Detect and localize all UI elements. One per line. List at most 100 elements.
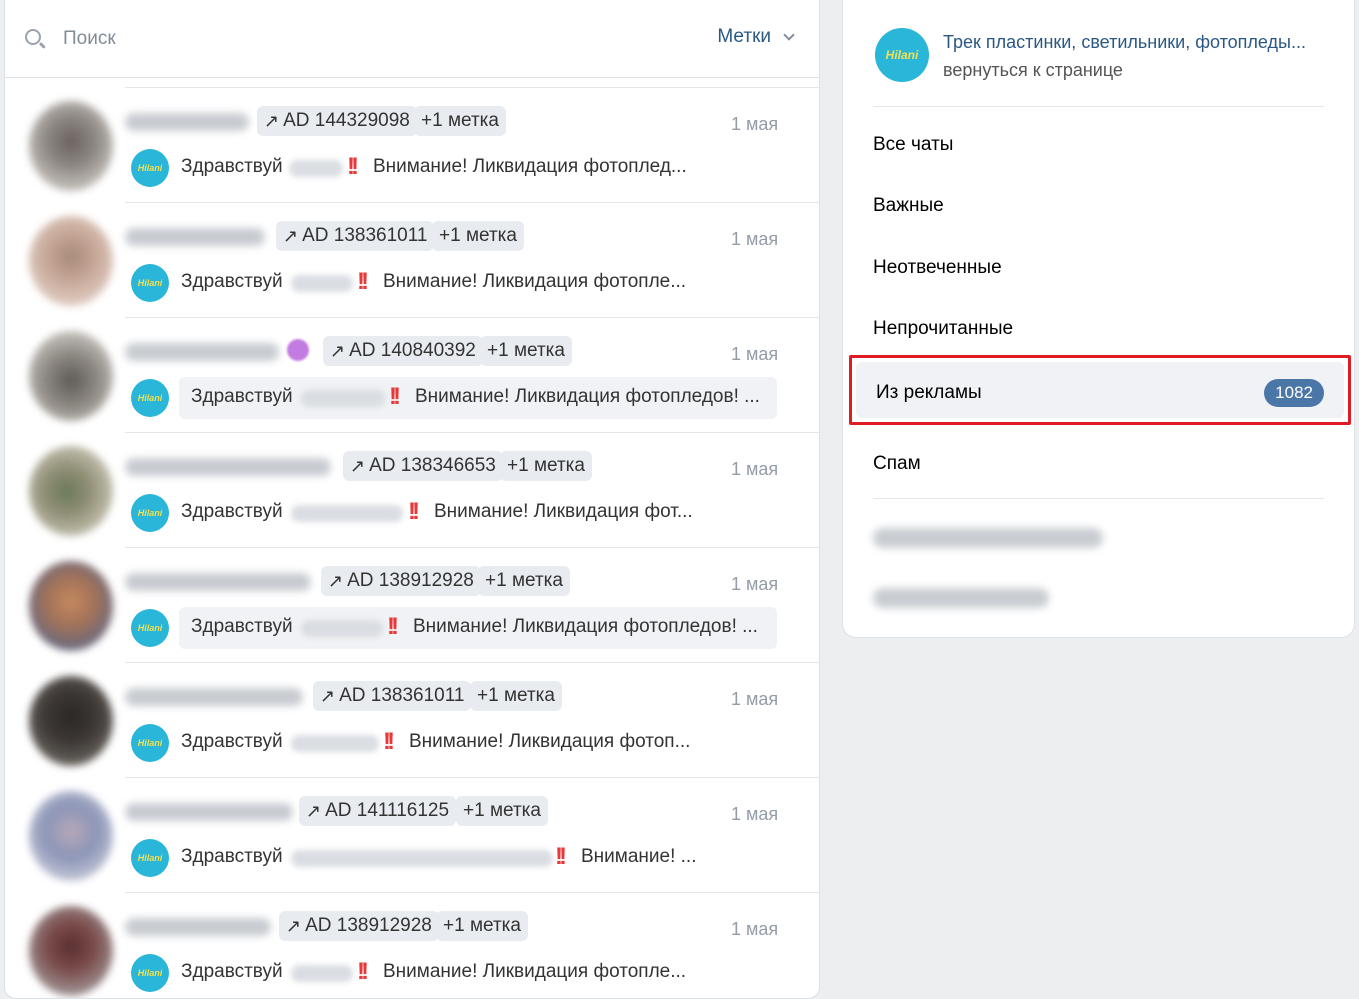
back-to-page-link[interactable]: вернуться к странице: [943, 60, 1123, 81]
search-input[interactable]: [63, 27, 363, 50]
filter-important[interactable]: Важные: [873, 195, 944, 217]
divider: [125, 777, 819, 778]
avatar[interactable]: [29, 446, 113, 536]
more-tags-badge[interactable]: +1 метка: [478, 566, 570, 596]
conversation-item[interactable]: ↗ AD 138346653 +1 метка 1 мая Hilani Здра…: [5, 432, 819, 547]
blurred-name: [291, 505, 403, 522]
divider: [125, 317, 819, 318]
message-text: Внимание! Ликвидация фотопле...: [383, 271, 687, 292]
ad-tag[interactable]: ↗ AD 138361011: [276, 221, 435, 251]
message-preview[interactable]: Hilani Здравствуй !! Внимание! Ликвидаци…: [127, 262, 787, 304]
ad-tag[interactable]: ↗ AD 141116125: [299, 796, 457, 826]
ad-tag[interactable]: ↗ AD 138912928: [321, 566, 481, 596]
contact-name[interactable]: [125, 803, 293, 821]
unread-message-highlight: Здравствуй !! Внимание! Ликвидация фотоп…: [179, 607, 777, 649]
filter-from-ads-label: Из рекламы: [876, 382, 982, 403]
message-preview[interactable]: Hilani Здравствуй !! Внимание! Ликвидаци…: [127, 952, 787, 994]
more-tags-badge[interactable]: +1 метка: [470, 681, 562, 711]
search-icon[interactable]: [23, 27, 47, 51]
contact-name[interactable]: [125, 688, 303, 706]
avatar[interactable]: [29, 561, 113, 651]
message-preview[interactable]: Hilani Здравствуй !! Внимание! Ликвидаци…: [127, 492, 787, 534]
avatar[interactable]: [29, 791, 113, 881]
more-tags-badge[interactable]: +1 метка: [500, 451, 592, 481]
group-header[interactable]: Hilani Трек пластинки, светильники, фото…: [875, 26, 1335, 86]
group-title[interactable]: Трек пластинки, светильники, фотопледы..…: [943, 32, 1328, 53]
double-exclamation-icon: !!: [387, 613, 399, 640]
message-date: 1 мая: [731, 114, 779, 134]
filter-from-ads-count: 1082: [1264, 379, 1324, 407]
unread-message-highlight: Здравствуй !! Внимание! Ликвидация фотоп…: [179, 377, 777, 419]
message-text: Внимание! Ликвидация фотоп...: [409, 731, 691, 752]
message-preview[interactable]: Hilani Здравствуй !! Внимание! Ликвидаци…: [127, 722, 787, 764]
ad-tag[interactable]: ↗ AD 144329098: [257, 106, 417, 136]
message-date: 1 мая: [731, 574, 779, 594]
blurred-name: [291, 850, 553, 867]
contact-name[interactable]: [125, 573, 311, 591]
message-text: Внимание! Ликвидация фотоплед...: [373, 156, 687, 177]
message-greeting: Здравствуй: [181, 961, 283, 982]
avatar[interactable]: [29, 216, 113, 306]
contact-name[interactable]: [125, 113, 249, 131]
ad-tag[interactable]: ↗ AD 138912928: [279, 911, 439, 941]
more-tags-badge[interactable]: +1 метка: [432, 221, 524, 251]
conversation-item[interactable]: ↗ AD 138912928 +1 метка 1 мая Hilani Здра…: [5, 892, 819, 998]
arrow-up-right-icon: ↗: [320, 685, 336, 706]
conversation-item[interactable]: ↗ AD 140840392 +1 метка 1 мая Hilani Здра…: [5, 317, 819, 432]
contact-name[interactable]: [125, 228, 265, 246]
custom-folder-item[interactable]: [873, 528, 1103, 548]
message-preview[interactable]: Hilani Здравствуй !! Внимание! Ликвидаци…: [127, 147, 787, 189]
double-exclamation-icon: !!: [389, 383, 401, 410]
custom-folder-item[interactable]: [873, 588, 1049, 608]
group-logo-icon: Hilani: [131, 379, 169, 417]
ad-tag-label: AD 138361011: [302, 225, 428, 246]
group-logo-icon[interactable]: Hilani: [875, 28, 929, 82]
message-preview[interactable]: Hilani Здравствуй !! Внимание! Ликвидаци…: [127, 607, 787, 649]
ad-tag-label: AD 140840392: [349, 340, 476, 361]
message-greeting: Здравствуй: [181, 501, 283, 522]
filter-unread[interactable]: Непрочитанные: [873, 318, 1013, 340]
double-exclamation-icon: !!: [357, 268, 369, 295]
conversation-item[interactable]: ↗ AD 138912928 +1 метка 1 мая Hilani Здра…: [5, 547, 819, 662]
conversation-item[interactable]: ↗ AD 138361011 +1 метка 1 мая Hilani Здра…: [5, 662, 819, 777]
filter-from-ads[interactable]: Из рекламы 1082: [849, 355, 1351, 425]
avatar[interactable]: [29, 906, 113, 996]
contact-name[interactable]: [125, 458, 331, 476]
ad-tag-label: AD 138346653: [369, 455, 496, 476]
ad-tag-label: AD 138912928: [347, 570, 474, 591]
message-greeting: Здравствуй: [181, 731, 283, 752]
more-tags-badge[interactable]: +1 метка: [456, 796, 548, 826]
ad-tag[interactable]: ↗ AD 138361011: [313, 681, 472, 711]
avatar[interactable]: [29, 676, 113, 766]
avatar[interactable]: [29, 101, 113, 191]
ad-tag-label: AD 138361011: [339, 685, 465, 706]
conversation-item[interactable]: ↗ AD 141116125 +1 метка 1 мая Hilani Здра…: [5, 777, 819, 892]
message-text: Внимание! Ликвидация фот...: [434, 501, 693, 522]
message-text: Внимание! Ликвидация фотопледов! ...: [415, 386, 760, 407]
more-tags-badge[interactable]: +1 метка: [480, 336, 572, 366]
ad-tag[interactable]: ↗ AD 138346653: [343, 451, 503, 481]
message-greeting: Здравствуй: [181, 156, 283, 177]
message-date: 1 мая: [731, 344, 779, 364]
message-greeting: Здравствуй: [191, 616, 293, 637]
conversation-item[interactable]: ↗ AD 144329098 +1 метка 1 мая Hilani Здра…: [5, 87, 819, 202]
more-tags-badge[interactable]: +1 метка: [436, 911, 528, 941]
arrow-up-right-icon: ↗: [330, 340, 346, 361]
ad-tag-label: AD 141116125: [325, 800, 450, 821]
more-tags-badge[interactable]: +1 метка: [414, 106, 506, 136]
message-preview[interactable]: Hilani Здравствуй !! Внимание! ...: [127, 837, 787, 879]
group-logo-icon: Hilani: [131, 839, 169, 877]
message-preview[interactable]: Hilani Здравствуй !! Внимание! Ликвидаци…: [127, 377, 787, 419]
contact-name[interactable]: [125, 918, 271, 936]
arrow-up-right-icon: ↗: [350, 455, 366, 476]
avatar[interactable]: [29, 331, 113, 421]
filter-all-chats[interactable]: Все чаты: [873, 134, 953, 156]
conversation-item[interactable]: ↗ AD 138361011 +1 метка 1 мая Hilani Здра…: [5, 202, 819, 317]
message-text: Внимание! Ликвидация фотопле...: [383, 961, 687, 982]
labels-dropdown[interactable]: Метки: [717, 26, 795, 48]
filter-unanswered[interactable]: Неотвеченные: [873, 257, 1002, 279]
contact-name[interactable]: [125, 343, 279, 361]
divider: [125, 892, 819, 893]
filter-spam[interactable]: Спам: [873, 453, 921, 475]
ad-tag[interactable]: ↗ AD 140840392: [323, 336, 483, 366]
